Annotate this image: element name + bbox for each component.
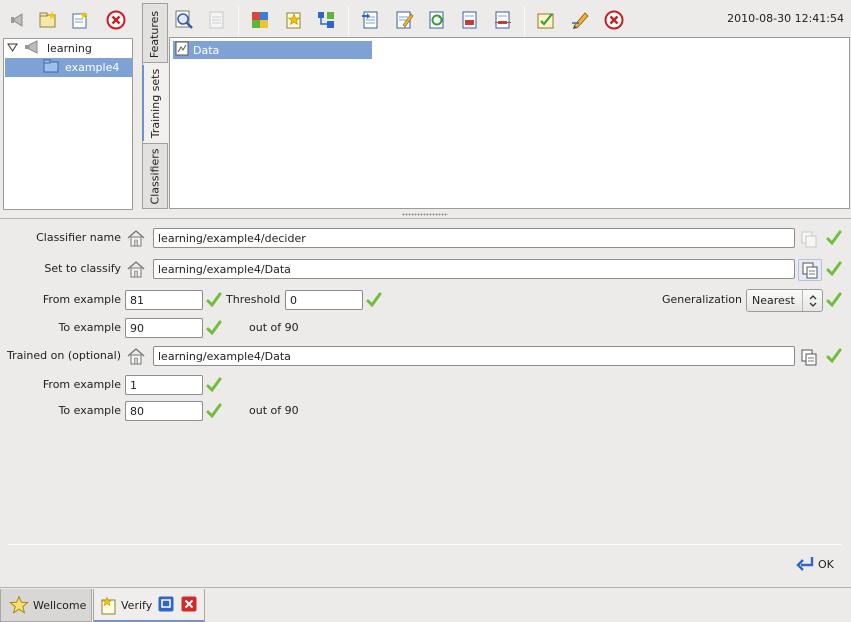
tab-label: Classifiers (148, 148, 162, 204)
to-example-field[interactable] (125, 318, 203, 338)
classifier-name-field[interactable] (153, 228, 795, 248)
back-icon[interactable] (6, 9, 28, 31)
project-tree[interactable]: learning example4 (3, 38, 133, 210)
divider (8, 544, 842, 545)
zoom-icon[interactable] (173, 9, 195, 31)
timestamp: 2010-08-30 12:41:54 (727, 12, 844, 25)
disabled-doc-icon (206, 9, 228, 31)
generalization-select[interactable]: Nearest (746, 289, 823, 312)
folder-icon (43, 59, 63, 76)
home-icon[interactable] (126, 228, 146, 248)
new-folder-icon[interactable] (37, 9, 59, 31)
document-icon (175, 41, 193, 59)
tree-item-label: learning (47, 42, 92, 55)
edit-doc-icon[interactable] (393, 9, 415, 31)
tab-features[interactable]: Features (142, 3, 168, 65)
splitter-grip[interactable] (402, 213, 448, 216)
puzzle-icon[interactable] (249, 9, 271, 31)
generalization-value: Nearest (752, 294, 795, 307)
tab-label: Verify (121, 599, 153, 612)
panel-splitter[interactable] (0, 211, 851, 218)
tab-label: Wellcome (33, 598, 87, 612)
check-icon (366, 292, 382, 308)
checklist-icon[interactable] (535, 9, 557, 31)
export-doc-icon[interactable] (459, 9, 481, 31)
maximize-icon[interactable] (158, 596, 174, 615)
from-example-label: From example (42, 378, 121, 391)
out-of-total-text: out of 90 (249, 404, 299, 417)
tab-classifiers[interactable]: Classifiers (142, 143, 168, 209)
toolbar-separator (238, 6, 239, 36)
tree-item-label: example4 (65, 61, 120, 74)
tree-item-learning[interactable]: learning (4, 39, 132, 58)
check-icon (826, 292, 842, 308)
tree-add-icon[interactable] (315, 9, 337, 31)
tree-item-example4[interactable]: example4 (5, 58, 132, 77)
threshold-label: Threshold (226, 293, 281, 306)
expand-triangle-icon[interactable] (7, 42, 23, 55)
tab-label: Features (148, 10, 162, 58)
close-icon[interactable] (181, 596, 197, 615)
speaker-icon (23, 40, 43, 57)
updown-arrows-icon (802, 290, 822, 311)
from-example-label: From example (42, 293, 121, 306)
pencil-icon[interactable] (569, 9, 591, 31)
copy-icon[interactable] (799, 347, 819, 367)
check-icon (206, 403, 222, 419)
list-item-label: Data (193, 43, 220, 57)
copy-icon[interactable] (798, 259, 822, 281)
import-doc-icon[interactable] (359, 9, 381, 31)
cut-doc-icon[interactable] (492, 9, 514, 31)
stop-icon[interactable] (603, 9, 625, 31)
star-icon (9, 595, 29, 614)
check-icon (206, 377, 222, 393)
from-example-field[interactable] (125, 290, 203, 310)
ok-label: OK (818, 557, 834, 571)
ok-button[interactable]: OK (795, 553, 834, 575)
check-icon (206, 292, 222, 308)
set-to-classify-field[interactable] (153, 259, 795, 279)
tab-label: Training sets (149, 68, 163, 138)
threshold-field[interactable] (285, 290, 363, 310)
home-icon[interactable] (126, 346, 146, 366)
generalization-label: Generalization (662, 293, 742, 306)
trained-on-label: Trained on (optional) (6, 349, 121, 362)
set-to-classify-label: Set to classify (44, 262, 121, 275)
check-icon (826, 230, 842, 246)
check-icon (206, 320, 222, 336)
to-example-label: To example (58, 404, 121, 417)
list-item[interactable]: Data (173, 41, 372, 59)
out-of-total-text: out of 90 (249, 321, 299, 334)
tab-wellcome[interactable]: Wellcome (0, 589, 92, 622)
to-example-field[interactable] (125, 401, 203, 421)
check-icon (826, 261, 842, 277)
tab-training-sets[interactable]: Training sets (142, 62, 168, 144)
check-icon (826, 348, 842, 364)
toolbar-separator (524, 6, 525, 36)
close-red-icon[interactable] (105, 9, 127, 31)
from-example-field[interactable] (125, 375, 203, 395)
add-item-icon[interactable] (69, 9, 91, 31)
toolbar-separator (348, 6, 349, 36)
training-set-list[interactable]: Data (169, 37, 850, 209)
to-example-label: To example (58, 321, 121, 334)
trained-on-field[interactable] (153, 346, 795, 366)
star-doc-icon[interactable] (283, 9, 305, 31)
enter-arrow-icon (796, 557, 814, 571)
classifier-name-label: Classifier name (36, 231, 121, 244)
star-doc-icon (101, 595, 116, 614)
tab-verify[interactable]: Verify (93, 589, 205, 622)
home-icon[interactable] (126, 259, 146, 279)
copy-icon (799, 229, 819, 249)
refresh-doc-icon[interactable] (426, 9, 448, 31)
